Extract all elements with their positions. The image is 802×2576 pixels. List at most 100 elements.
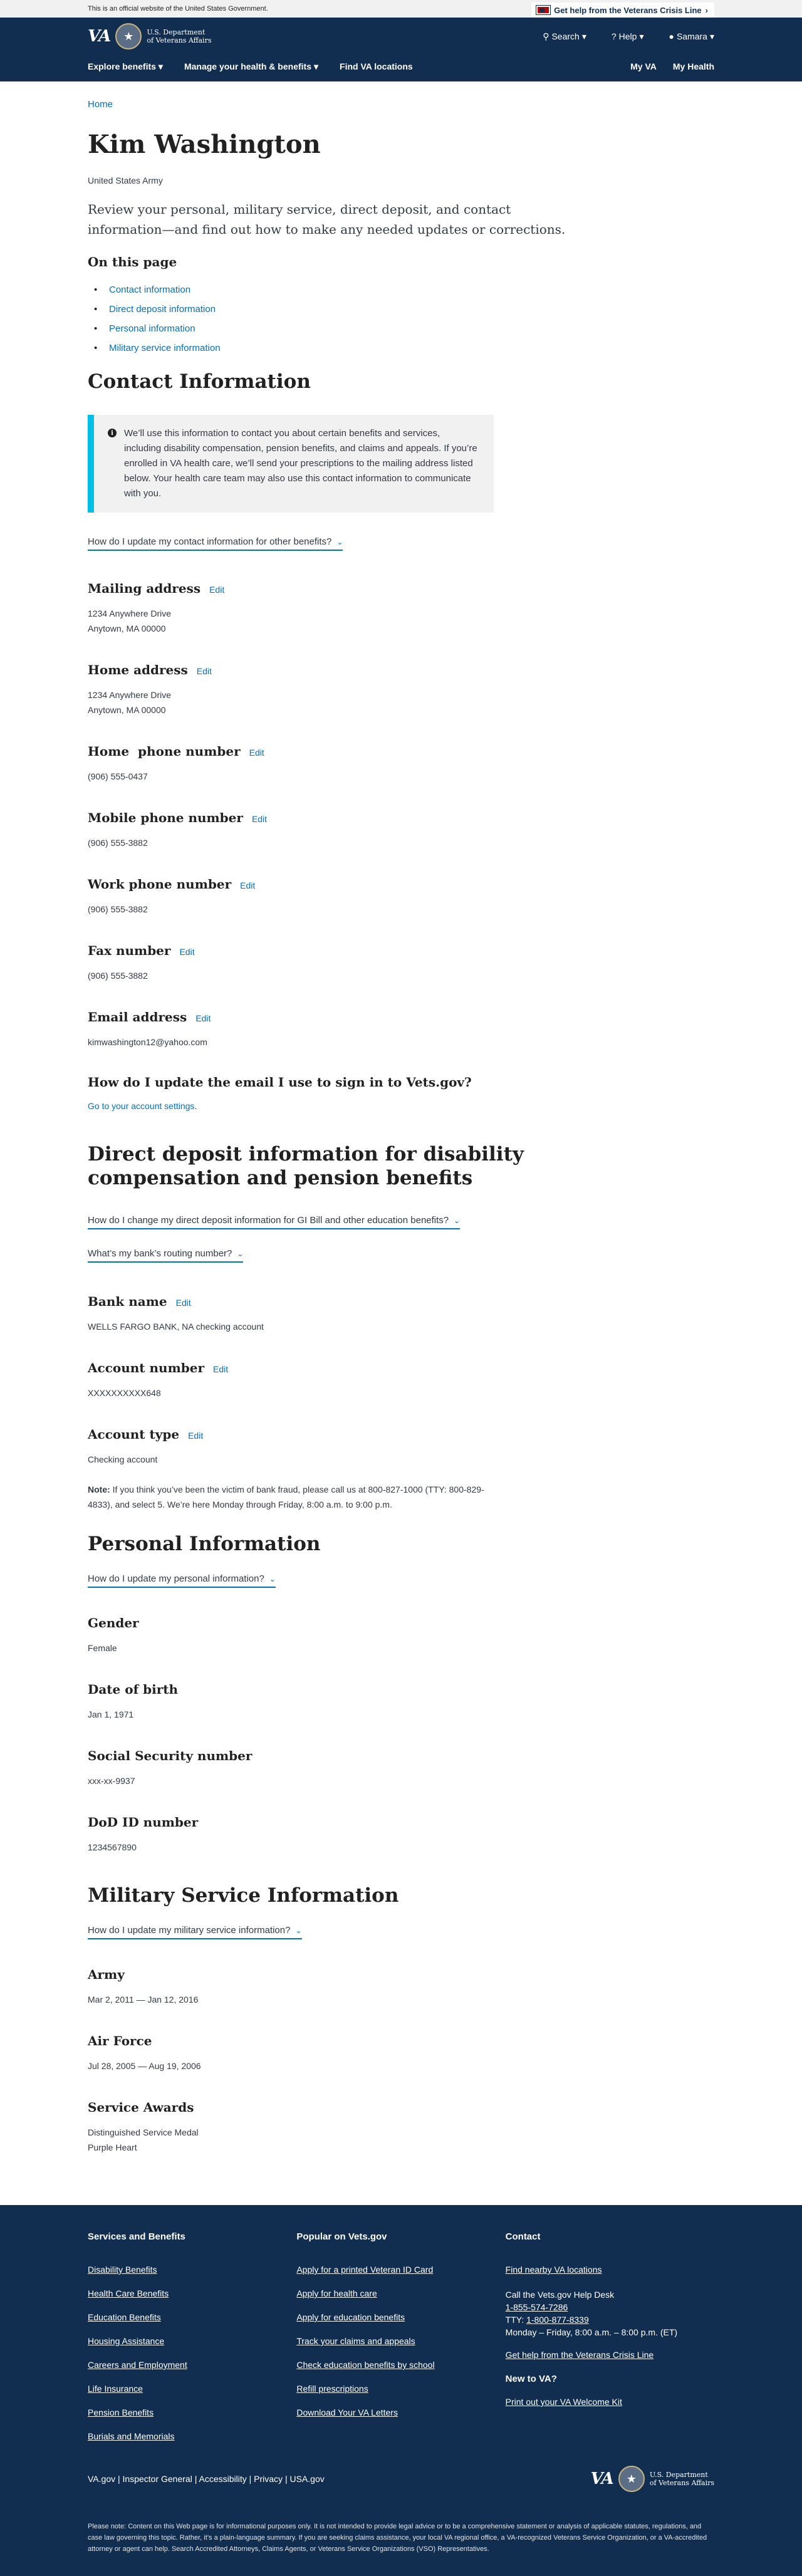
welcome-kit-link[interactable]: Print out your VA Welcome Kit xyxy=(506,2397,714,2407)
on-this-page-list: Contact information Direct deposit infor… xyxy=(88,284,714,353)
help-desk-phone-link[interactable]: 1-855-574-7286 xyxy=(506,2302,568,2312)
main-nav: Explore benefits ▾ Manage your health & b… xyxy=(88,61,413,72)
footer-link[interactable]: Burials and Memorials xyxy=(88,2431,296,2441)
footer-privacy-link[interactable]: Privacy xyxy=(254,2474,283,2484)
footer-ig-link[interactable]: Inspector General xyxy=(123,2474,192,2484)
chevron-right-icon: › xyxy=(705,5,708,15)
info-icon: i xyxy=(108,429,117,437)
bank-name: Bank name Edit WELLS FARGO BANK, NA check… xyxy=(88,1294,264,1332)
footer-crisis-line-link[interactable]: Get help from the Veterans Crisis Line xyxy=(506,2350,714,2360)
footer-link[interactable]: Housing Assistance xyxy=(88,2336,296,2346)
personal-heading: Personal Information xyxy=(88,1533,321,1555)
footer-popular-column: Popular on Vets.gov Apply for a printed … xyxy=(296,2231,505,2455)
footer-contact-column: Contact Find nearby VA locations Call th… xyxy=(506,2231,714,2455)
email-address: Email address Edit kimwashington12@yahoo.… xyxy=(88,1009,211,1047)
footer-va-logo[interactable]: VA ★ U.S. Department of Veterans Affairs xyxy=(591,2466,714,2492)
edit-fax-link[interactable]: Edit xyxy=(179,947,194,957)
intro-text: Review your personal, military service, … xyxy=(88,202,566,237)
chevron-down-icon: ▾ xyxy=(581,31,586,41)
breadcrumb-home[interactable]: Home xyxy=(88,99,113,110)
user-menu[interactable]: ● Samara ▾ xyxy=(669,31,714,42)
footer-link[interactable]: Check education benefits by school xyxy=(296,2360,505,2370)
toc-personal-link[interactable]: Personal information xyxy=(109,323,195,334)
account-settings-link[interactable]: Go to your account settings xyxy=(88,1101,194,1111)
va-seal-icon: ★ xyxy=(115,23,142,50)
edit-bank-name-link[interactable]: Edit xyxy=(176,1298,191,1308)
footer-link[interactable]: Apply for a printed Veteran ID Card xyxy=(296,2265,505,2275)
footer-vagov-link[interactable]: VA.gov xyxy=(88,2474,115,2484)
crisis-line-button[interactable]: Get help from the Veterans Crisis Line › xyxy=(531,3,714,18)
signin-email-help: How do I update the email I use to sign … xyxy=(88,1075,472,1111)
footer-link[interactable]: Apply for education benefits xyxy=(296,2312,505,2322)
footer-link[interactable]: Health Care Benefits xyxy=(88,2288,296,2298)
nav-find-locations[interactable]: Find VA locations xyxy=(340,61,413,72)
home-address: Home address Edit 1234 Anywhere Drive Anyt… xyxy=(88,662,212,715)
official-banner: This is an official website of the Unite… xyxy=(0,0,802,18)
contact-update-accordion[interactable]: How do I update my contact information f… xyxy=(88,536,343,551)
site-header: VA ★ U.S. Department of Veterans Affairs… xyxy=(0,18,802,81)
chevron-down-icon: ⌄ xyxy=(237,1249,244,1258)
routing-number-accordion[interactable]: What’s my bank’s routing number? ⌄ xyxy=(88,1248,244,1263)
account-number: Account number Edit XXXXXXXXXX648 xyxy=(88,1360,229,1398)
air-force-service: Air Force Jul 28, 2005 — Aug 19, 2006 xyxy=(88,2033,201,2071)
tty-phone-link[interactable]: 1-800-877-8339 xyxy=(526,2315,589,2325)
footer-link[interactable]: Pension Benefits xyxy=(88,2407,296,2417)
on-this-page-heading: On this page xyxy=(88,254,177,269)
account-type: Account type Edit Checking account xyxy=(88,1427,204,1464)
footer-link[interactable]: Education Benefits xyxy=(88,2312,296,2322)
mailing-address: Mailing address Edit 1234 Anywhere Drive A… xyxy=(88,581,225,634)
service-branch: United States Army xyxy=(88,175,163,185)
chevron-down-icon: ▾ xyxy=(314,61,319,71)
toc-military-link[interactable]: Military service information xyxy=(109,343,221,353)
search-button[interactable]: ⚲ Search ▾ xyxy=(543,31,586,42)
military-heading: Military Service Information xyxy=(88,1884,399,1907)
bank-fraud-note: Note: If you think you’ve been the victi… xyxy=(88,1484,484,1510)
edit-work-phone-link[interactable]: Edit xyxy=(240,880,255,890)
footer-usagov-link[interactable]: USA.gov xyxy=(289,2474,324,2484)
edit-home-phone-link[interactable]: Edit xyxy=(249,748,264,758)
footer-disclaimer: Please note: Content on this Web page is… xyxy=(88,2523,707,2553)
gi-bill-deposit-accordion[interactable]: How do I change my direct deposit inform… xyxy=(88,1215,461,1229)
footer-accessibility-link[interactable]: Accessibility xyxy=(199,2474,246,2484)
dod-id: DoD ID number 1234567890 xyxy=(88,1815,199,1852)
footer-link[interactable]: Track your claims and appeals xyxy=(296,2336,505,2346)
gender: Gender Female xyxy=(88,1615,139,1653)
nav-my-va[interactable]: My VA xyxy=(630,61,657,71)
chevron-down-icon: ▾ xyxy=(709,31,714,41)
chevron-down-icon: ⌄ xyxy=(454,1216,461,1225)
toc-contact-link[interactable]: Contact information xyxy=(109,284,190,295)
edit-home-address-link[interactable]: Edit xyxy=(197,666,212,676)
military-update-accordion[interactable]: How do I update my military service info… xyxy=(88,1925,302,1939)
find-locations-link[interactable]: Find nearby VA locations xyxy=(506,2265,714,2275)
site-footer: Services and Benefits Disability Benefit… xyxy=(0,2205,802,2576)
nav-my-health[interactable]: My Health xyxy=(673,61,714,71)
personal-update-accordion[interactable]: How do I update my personal information?… xyxy=(88,1573,276,1588)
contact-info-alert: i We’ll use this information to contact … xyxy=(88,415,494,513)
user-icon: ● xyxy=(669,31,674,41)
edit-mobile-phone-link[interactable]: Edit xyxy=(252,814,267,824)
footer-link[interactable]: Download Your VA Letters xyxy=(296,2407,505,2417)
help-button[interactable]: ? Help ▾ xyxy=(612,31,644,42)
footer-link[interactable]: Refill prescriptions xyxy=(296,2384,505,2394)
fax-number: Fax number Edit (906) 555-3882 xyxy=(88,943,195,981)
edit-account-number-link[interactable]: Edit xyxy=(213,1364,228,1374)
footer-services-column: Services and Benefits Disability Benefit… xyxy=(88,2231,296,2455)
edit-mailing-address-link[interactable]: Edit xyxy=(209,585,224,595)
footer-link[interactable]: Apply for health care xyxy=(296,2288,505,2298)
date-of-birth: Date of birth Jan 1, 1971 xyxy=(88,1682,179,1719)
footer-link[interactable]: Careers and Employment xyxy=(88,2360,296,2370)
footer-link[interactable]: Life Insurance xyxy=(88,2384,296,2394)
edit-account-type-link[interactable]: Edit xyxy=(188,1431,203,1441)
help-icon: ? xyxy=(611,31,617,41)
edit-email-link[interactable]: Edit xyxy=(195,1013,211,1023)
service-awards: Service Awards Distinguished Service Med… xyxy=(88,2100,199,2152)
toc-direct-deposit-link[interactable]: Direct deposit information xyxy=(109,304,216,315)
nav-manage-health[interactable]: Manage your health & benefits ▾ xyxy=(184,61,318,72)
work-phone: Work phone number Edit (906) 555-3882 xyxy=(88,877,256,914)
army-service: Army Mar 2, 2011 — Jan 12, 2016 xyxy=(88,1967,199,2005)
footer-link[interactable]: Disability Benefits xyxy=(88,2265,296,2275)
nav-explore-benefits[interactable]: Explore benefits ▾ xyxy=(88,61,163,72)
chevron-down-icon: ⌄ xyxy=(295,1926,302,1935)
search-icon: ⚲ xyxy=(543,31,549,41)
va-logo[interactable]: VA ★ U.S. Department of Veterans Affairs xyxy=(88,23,211,50)
